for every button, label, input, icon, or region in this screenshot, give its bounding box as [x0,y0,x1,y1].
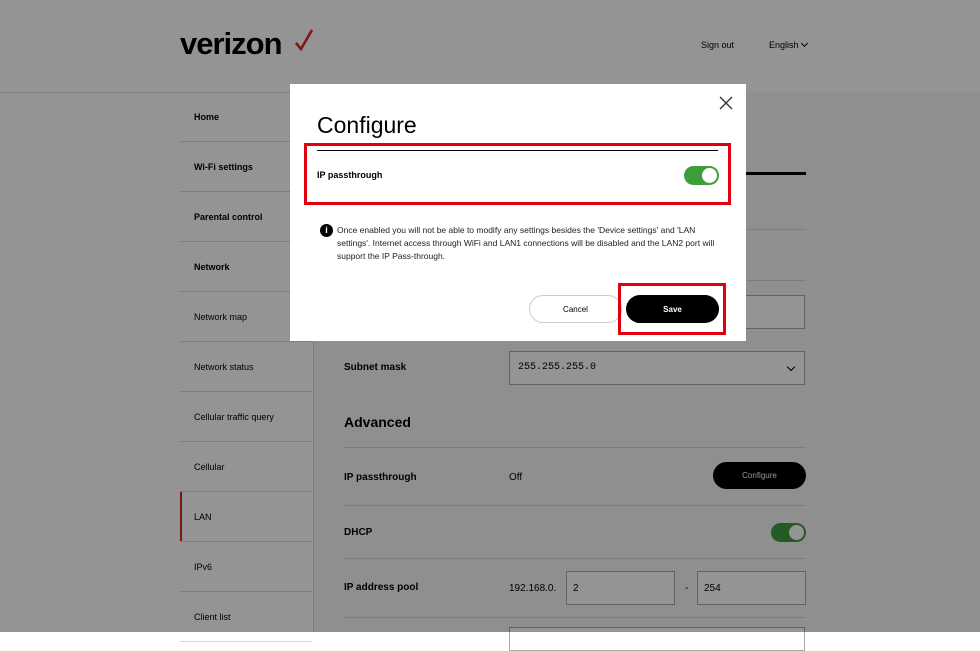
close-icon[interactable] [718,95,734,111]
info-icon: i [320,224,333,237]
configure-dialog: Configure IP passthrough i Once enabled … [290,84,746,341]
ip-passthrough-toggle[interactable] [684,166,719,185]
info-text: Once enabled you will not be able to mod… [337,225,715,261]
toggle-knob [702,168,717,183]
save-button[interactable]: Save [626,295,719,323]
dialog-title: Configure [317,112,417,138]
ip-passthrough-label: IP passthrough [317,170,383,180]
cancel-button[interactable]: Cancel [529,295,622,323]
